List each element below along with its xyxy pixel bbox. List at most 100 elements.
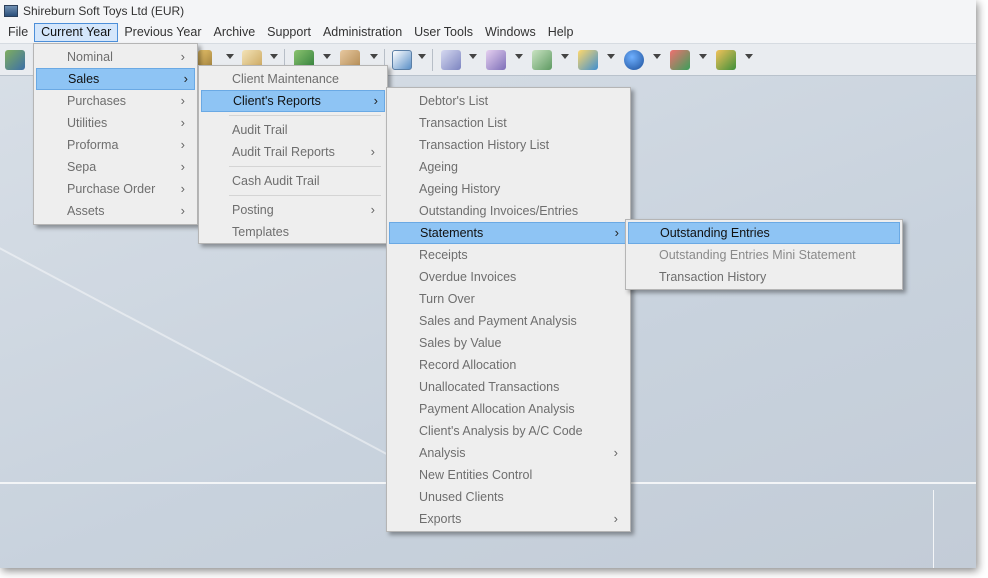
menu-item-transaction-list[interactable]: Transaction List: [387, 112, 630, 134]
euro-icon[interactable]: [624, 50, 644, 70]
menu-item-ageing-history[interactable]: Ageing History: [387, 178, 630, 200]
menu-item-label: Client's Reports: [233, 94, 321, 108]
chevron-right-icon: ›: [183, 71, 188, 86]
menu-item-label: Ageing: [419, 160, 458, 174]
menu-item-label: Client's Analysis by A/C Code: [419, 424, 583, 438]
menu-file[interactable]: File: [2, 23, 34, 42]
menu-item-label: Outstanding Entries Mini Statement: [659, 248, 856, 262]
menu-item-label: Posting: [232, 203, 274, 217]
menu-item-label: Nominal: [67, 50, 113, 64]
menu-item-receipts[interactable]: Receipts: [387, 244, 630, 266]
menu-item-cash-audit-trail[interactable]: Cash Audit Trail: [199, 170, 387, 192]
menu-item-label: Sales: [68, 72, 100, 86]
menu-item-proforma[interactable]: Proforma ›: [34, 134, 197, 156]
menu-windows[interactable]: Windows: [479, 23, 542, 42]
menu-item-overdue-invoices[interactable]: Overdue Invoices: [387, 266, 630, 288]
menu-item-client-maintenance[interactable]: Client Maintenance: [199, 68, 387, 90]
menu-item-sepa[interactable]: Sepa ›: [34, 156, 197, 178]
menu-support[interactable]: Support: [261, 23, 317, 42]
menu-item-record-allocation[interactable]: Record Allocation: [387, 354, 630, 376]
menu-item-ageing[interactable]: Ageing: [387, 156, 630, 178]
menu-item-posting[interactable]: Posting ›: [199, 199, 387, 221]
chevron-right-icon: ›: [180, 115, 185, 130]
menu-separator: [229, 115, 381, 116]
menu-item-outstanding-entries-mini-statement[interactable]: Outstanding Entries Mini Statement: [626, 244, 902, 266]
group-icon[interactable]: [716, 50, 736, 70]
menu-administration[interactable]: Administration: [317, 23, 408, 42]
import-icon[interactable]: [392, 50, 412, 70]
menu-item-turn-over[interactable]: Turn Over: [387, 288, 630, 310]
chevron-down-icon[interactable]: [270, 54, 278, 59]
menu-item-assets[interactable]: Assets ›: [34, 200, 197, 222]
menu-item-label: Purchases: [67, 94, 127, 108]
chevron-down-icon[interactable]: [745, 54, 753, 59]
menu-item-purchase-order[interactable]: Purchase Order ›: [34, 178, 197, 200]
chevron-right-icon: ›: [180, 203, 185, 218]
title-bar: Shireburn Soft Toys Ltd (EUR): [0, 0, 976, 22]
chevron-down-icon[interactable]: [418, 54, 426, 59]
chevron-down-icon[interactable]: [226, 54, 234, 59]
menu-item-label: Unallocated Transactions: [419, 380, 560, 394]
person-badge-icon[interactable]: [486, 50, 506, 70]
chevron-down-icon[interactable]: [561, 54, 569, 59]
menu-item-label: Transaction History: [659, 270, 767, 284]
printer-icon[interactable]: [532, 50, 552, 70]
menu-archive[interactable]: Archive: [207, 23, 261, 42]
menu-item-audit-trail[interactable]: Audit Trail: [199, 119, 387, 141]
menu-item-label: Audit Trail Reports: [232, 145, 335, 159]
menu-item-outstanding-entries[interactable]: Outstanding Entries: [628, 222, 900, 244]
menu-item-audit-trail-reports[interactable]: Audit Trail Reports ›: [199, 141, 387, 163]
chevron-right-icon: ›: [370, 202, 375, 217]
chevron-down-icon[interactable]: [469, 54, 477, 59]
menu-item-label: Outstanding Entries: [660, 226, 770, 240]
menu-item-unallocated-transactions[interactable]: Unallocated Transactions: [387, 376, 630, 398]
chevron-right-icon: ›: [180, 137, 185, 152]
app-icon: [4, 5, 18, 17]
statements-submenu: Outstanding Entries Outstanding Entries …: [625, 219, 903, 290]
menu-item-transaction-history[interactable]: Transaction History: [626, 266, 902, 288]
menu-item-label: Purchase Order: [67, 182, 156, 196]
menu-item-sales-by-value[interactable]: Sales by Value: [387, 332, 630, 354]
menu-item-purchases[interactable]: Purchases ›: [34, 90, 197, 112]
menu-item-clients-reports[interactable]: Client's Reports ›: [201, 90, 385, 112]
menu-item-label: Proforma: [67, 138, 119, 152]
menu-item-unused-clients[interactable]: Unused Clients: [387, 486, 630, 508]
chevron-down-icon[interactable]: [607, 54, 615, 59]
menu-user-tools[interactable]: User Tools: [408, 23, 479, 42]
menu-item-analysis[interactable]: Analysis ›: [387, 442, 630, 464]
people-icon[interactable]: [578, 50, 598, 70]
menu-separator: [229, 166, 381, 167]
menu-item-label: Receipts: [419, 248, 468, 262]
chevron-down-icon[interactable]: [653, 54, 661, 59]
menu-item-exports[interactable]: Exports ›: [387, 508, 630, 530]
stack-icon[interactable]: [5, 50, 25, 70]
menu-item-transaction-history-list[interactable]: Transaction History List: [387, 134, 630, 156]
menu-item-label: Audit Trail: [232, 123, 288, 137]
menu-item-payment-allocation-analysis[interactable]: Payment Allocation Analysis: [387, 398, 630, 420]
menu-item-templates[interactable]: Templates: [199, 221, 387, 243]
menu-separator: [229, 195, 381, 196]
menu-item-clients-analysis-by-ac-code[interactable]: Client's Analysis by A/C Code: [387, 420, 630, 442]
menu-item-label: New Entities Control: [419, 468, 533, 482]
menu-current-year[interactable]: Current Year: [34, 23, 119, 42]
chevron-down-icon[interactable]: [699, 54, 707, 59]
menu-item-nominal[interactable]: Nominal ›: [34, 46, 197, 68]
transfer-icon[interactable]: [670, 50, 690, 70]
menu-item-label: Transaction History List: [419, 138, 550, 152]
chevron-down-icon[interactable]: [323, 54, 331, 59]
menu-item-debtors-list[interactable]: Debtor's List: [387, 90, 630, 112]
menu-item-utilities[interactable]: Utilities ›: [34, 112, 197, 134]
menu-previous-year[interactable]: Previous Year: [118, 23, 207, 42]
chevron-down-icon[interactable]: [370, 54, 378, 59]
menu-item-sales-and-payment-analysis[interactable]: Sales and Payment Analysis: [387, 310, 630, 332]
menu-item-sales[interactable]: Sales ›: [36, 68, 195, 90]
menu-help[interactable]: Help: [542, 23, 580, 42]
menu-item-label: Exports: [419, 512, 462, 526]
database-icon[interactable]: [441, 50, 461, 70]
menu-item-label: Client Maintenance: [232, 72, 340, 86]
chevron-down-icon[interactable]: [515, 54, 523, 59]
menu-item-outstanding-invoices-entries[interactable]: Outstanding Invoices/Entries: [387, 200, 630, 222]
menu-item-new-entities-control[interactable]: New Entities Control: [387, 464, 630, 486]
sales-submenu: Client Maintenance Client's Reports › Aud…: [198, 65, 388, 244]
menu-item-statements[interactable]: Statements ›: [389, 222, 628, 244]
